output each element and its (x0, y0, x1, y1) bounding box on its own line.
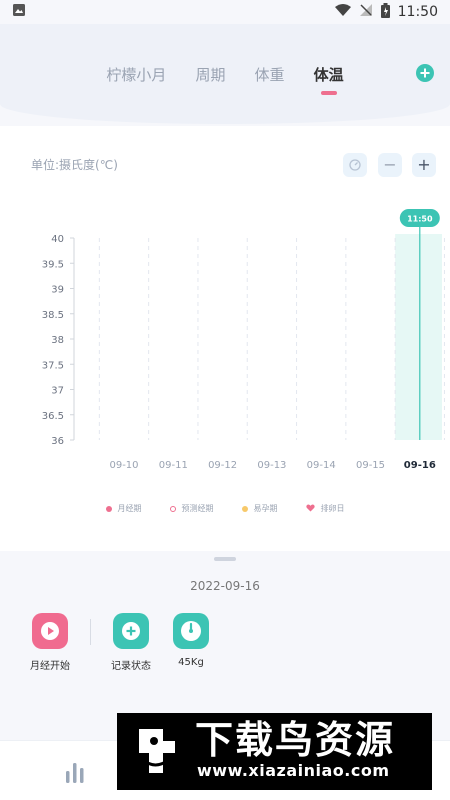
zoom-out-button[interactable]: − (378, 153, 402, 177)
legend-item-ovulation: 排卵日 (305, 503, 345, 514)
y-tick-label: 38 (51, 335, 64, 346)
x-tick-label: 09-15 (356, 460, 385, 471)
scale-icon (181, 621, 201, 641)
y-tick-label: 39.5 (42, 259, 64, 270)
legend-dot-icon (241, 505, 248, 512)
x-tick-label: 09-10 (109, 460, 138, 471)
time-marker-label: 11:50 (407, 215, 433, 224)
weight-icon-box (173, 613, 209, 649)
x-tick-label: 09-13 (257, 460, 286, 471)
tab-weight[interactable]: 体重 (255, 64, 285, 85)
status-icons: 11:50 (334, 2, 438, 22)
wifi-icon (334, 3, 351, 21)
record-status-label: 记录状态 (111, 661, 151, 672)
x-tick-label: 09-16 (404, 460, 436, 471)
heart-icon (305, 503, 315, 514)
tab-cycle[interactable]: 周期 (195, 64, 225, 85)
clock-reset-icon (349, 159, 361, 171)
highlight-band (395, 234, 442, 440)
gallery-icon (12, 3, 26, 21)
tab-temperature[interactable]: 体温 (314, 64, 344, 85)
chart-legend: 月经期 预测经期 易孕期 排卵日 (0, 503, 450, 514)
record-status-button[interactable]: 记录状态 (101, 613, 161, 672)
y-tick-label: 36.5 (42, 411, 64, 422)
tab-lemon-moon[interactable]: 柠檬小月 (106, 64, 166, 85)
record-sheet: 2022-09-16 月经开始 记录状态 45Kg (0, 551, 450, 740)
zoom-in-button[interactable]: + (412, 153, 436, 177)
y-tick-label: 37.5 (42, 360, 64, 371)
legend-item-period: 月经期 (105, 503, 142, 514)
watermark-cn-text: 下载鸟资源 (195, 718, 396, 762)
play-icon (41, 622, 59, 640)
period-start-label: 月经开始 (30, 661, 70, 672)
tab-bar: 柠檬小月 周期 体重 体温 (0, 64, 450, 85)
period-start-icon-box (32, 613, 68, 649)
watermark-banner: 下载鸟资源 www.xiazainiao.com (117, 713, 432, 790)
selected-date: 2022-09-16 (190, 579, 260, 593)
x-tick-label: 09-14 (307, 460, 336, 471)
y-tick-label: 36 (51, 436, 64, 447)
status-bar: 11:50 (0, 0, 450, 24)
battery-icon (380, 2, 390, 22)
unit-label: 单位:摄氏度(℃) (31, 158, 118, 172)
legend-dot-icon (105, 505, 112, 512)
chart-canvas: 40 39.5 39 38.5 38 37.5 37 36.5 36 09-10 09-11 09-1… (42, 209, 445, 471)
y-tick-label: 37 (51, 386, 64, 397)
clock-time: 11:50 (397, 4, 438, 20)
bar-chart-icon (66, 763, 84, 783)
drag-handle[interactable] (214, 557, 236, 561)
action-divider (90, 619, 91, 645)
x-tick-label: 09-11 (159, 460, 188, 471)
legend-ring-icon (169, 505, 176, 512)
no-signal-icon (359, 3, 373, 21)
add-button[interactable] (416, 64, 434, 82)
legend-item-fertile: 易孕期 (241, 503, 278, 514)
period-start-button[interactable]: 月经开始 (20, 613, 80, 672)
weight-button[interactable]: 45Kg (161, 613, 221, 668)
y-tick-label: 38.5 (42, 310, 64, 321)
bird-logo-icon (139, 729, 175, 773)
record-status-icon-box (113, 613, 149, 649)
nav-stats-button[interactable] (64, 759, 86, 787)
y-tick-label: 39 (51, 285, 64, 296)
legend-item-predicted-period: 预测经期 (169, 503, 214, 514)
x-tick-label: 09-12 (208, 460, 237, 471)
watermark-url: www.xiazainiao.com (197, 761, 390, 780)
reset-zoom-button[interactable] (343, 153, 367, 177)
weight-label: 45Kg (178, 657, 204, 668)
plus-icon (420, 68, 430, 78)
plus-icon (122, 622, 140, 640)
temperature-chart: 40 39.5 39 38.5 38 37.5 37 36.5 36 09-10 09-11 09-1… (0, 206, 450, 486)
y-tick-label: 40 (51, 234, 64, 245)
